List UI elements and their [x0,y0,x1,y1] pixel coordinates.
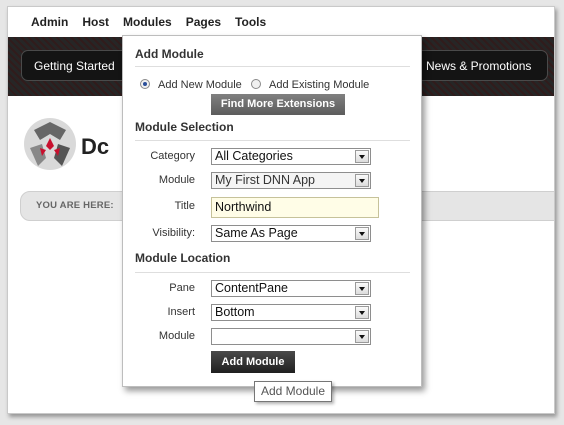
title-label: Title [174,200,195,212]
chevron-down-icon [355,330,369,343]
visibility-value: Same As Page [215,226,298,240]
module-label: Module [158,174,195,186]
menu-tools[interactable]: Tools [235,15,266,29]
visibility-label: Visibility: [152,227,195,239]
add-module-tooltip: Add Module [254,381,332,402]
category-value: All Categories [215,149,293,163]
menu-modules[interactable]: Modules [123,15,172,29]
category-label: Category [150,150,195,162]
module-selection-heading: Module Selection [135,120,234,134]
menu-pages[interactable]: Pages [186,15,221,29]
chevron-down-icon [355,174,369,187]
chevron-down-icon [355,282,369,295]
chevron-down-icon [355,306,369,319]
menu-admin[interactable]: Admin [31,15,68,29]
logo-text: Dc [81,134,110,159]
module-value: My First DNN App [215,173,316,187]
nav-getting-started[interactable]: Getting Started [21,50,129,81]
menu-host[interactable]: Host [82,15,109,29]
add-module-panel: Add Module Add New Module Add Existing M… [122,35,422,387]
module-position-label: Module [158,330,195,342]
divider [135,272,410,273]
insert-value: Bottom [215,305,255,319]
control-bar: Admin Host Modules Pages Tools [8,7,554,38]
insert-select[interactable]: Bottom [211,304,371,321]
breadcrumb-label: YOU ARE HERE: [36,200,114,211]
divider [135,66,410,67]
chevron-down-icon [355,227,369,240]
add-module-heading: Add Module [135,47,204,61]
pane-select[interactable]: ContentPane [211,280,371,297]
find-more-extensions-button[interactable]: Find More Extensions [211,94,345,115]
nav-news-promotions[interactable]: News & Promotions [413,50,548,81]
pane-label: Pane [169,282,195,294]
add-module-button[interactable]: Add Module [211,351,295,373]
add-existing-module-label: Add Existing Module [269,79,370,91]
add-new-module-label: Add New Module [158,79,242,91]
module-position-select[interactable] [211,328,371,345]
divider [135,140,410,141]
add-new-module-radio[interactable] [140,79,150,89]
add-existing-module-radio[interactable] [251,79,261,89]
title-input[interactable]: Northwind [211,197,379,218]
insert-label: Insert [167,306,195,318]
dnn-logo-icon [24,118,76,170]
module-location-heading: Module Location [135,251,231,265]
visibility-select[interactable]: Same As Page [211,225,371,242]
category-select[interactable]: All Categories [211,148,371,165]
control-bar-menu: Admin Host Modules Pages Tools [31,15,280,29]
chevron-down-icon [355,150,369,163]
pane-value: ContentPane [215,281,288,295]
module-select[interactable]: My First DNN App [211,172,371,189]
